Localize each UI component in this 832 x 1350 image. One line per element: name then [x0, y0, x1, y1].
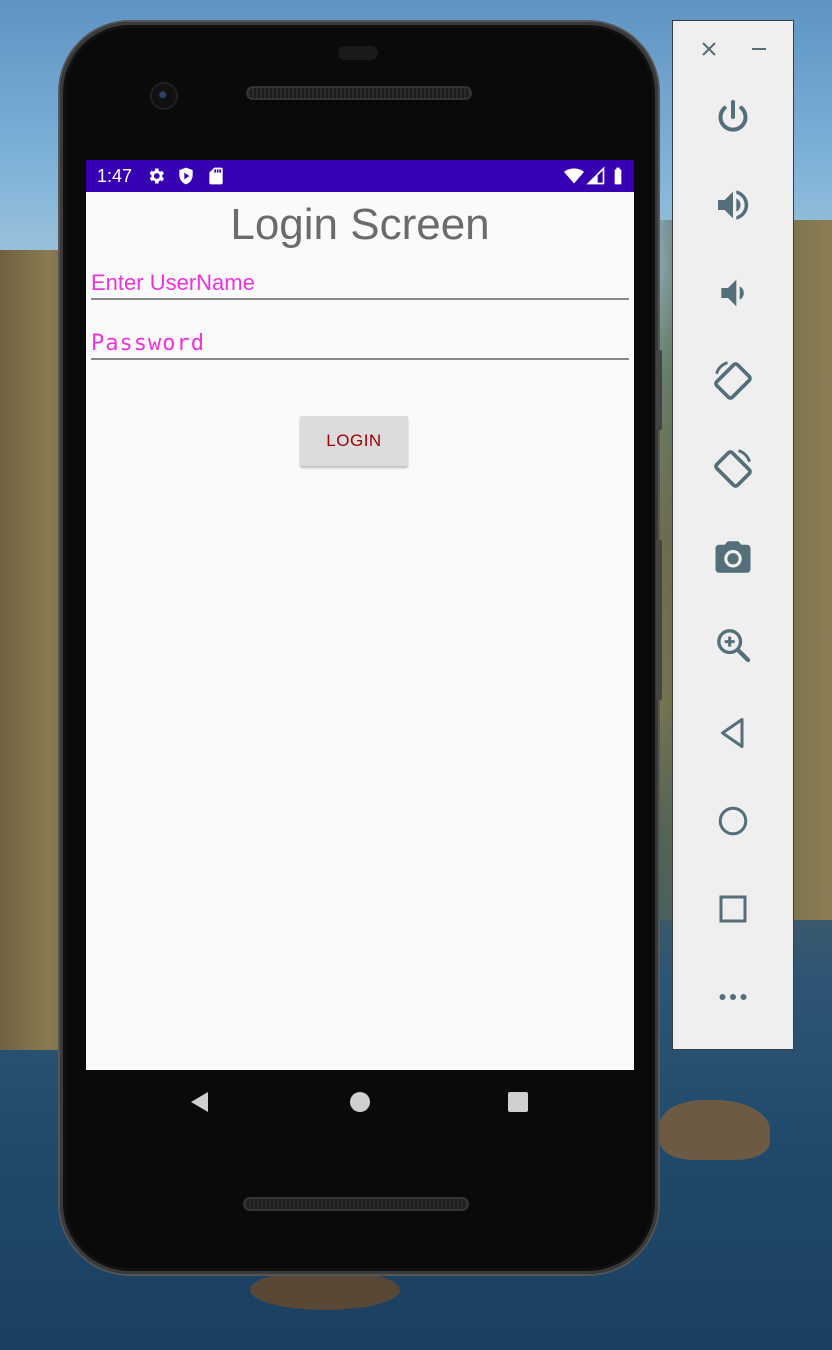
overview-square-icon[interactable]: [506, 1090, 530, 1114]
minimize-icon[interactable]: [747, 37, 771, 61]
screenshot-button[interactable]: [709, 533, 757, 581]
volume-down-icon: [721, 279, 744, 307]
background-rock: [660, 1100, 770, 1160]
back-button[interactable]: [709, 709, 757, 757]
wifi-icon: [564, 168, 584, 184]
close-icon[interactable]: [697, 37, 721, 61]
shield-play-icon: [179, 167, 193, 185]
password-input[interactable]: [91, 328, 629, 360]
camera-icon: [715, 541, 751, 573]
background-rock: [250, 1270, 400, 1310]
rotate-right-button[interactable]: [709, 445, 757, 493]
rotate-left-button[interactable]: [709, 357, 757, 405]
sd-card-icon: [209, 167, 223, 185]
front-camera-icon: [152, 84, 176, 108]
zoom-icon: [717, 629, 751, 663]
volume-down-button[interactable]: [709, 269, 757, 317]
back-triangle-icon[interactable]: [188, 1090, 212, 1114]
rotate-left-icon: [714, 361, 752, 400]
phone-side-button: [656, 350, 662, 430]
proximity-sensor: [338, 46, 378, 60]
back-icon: [721, 718, 744, 748]
power-button[interactable]: [709, 93, 757, 141]
home-icon: [718, 806, 748, 836]
volume-up-icon: [718, 190, 749, 220]
login-button[interactable]: LOGIN: [300, 416, 408, 466]
page-title: Login Screen: [230, 200, 490, 249]
more-button[interactable]: [709, 973, 757, 1021]
emulator-toolbar: [672, 20, 794, 1050]
overview-button[interactable]: [709, 885, 757, 933]
home-circle-icon[interactable]: [348, 1090, 372, 1114]
bottom-speaker: [243, 1197, 469, 1211]
settings-icon: [149, 168, 164, 184]
phone-side-button: [656, 540, 662, 700]
more-icon: [719, 994, 747, 1000]
power-icon: [718, 100, 748, 132]
volume-up-button[interactable]: [709, 181, 757, 229]
home-button[interactable]: [709, 797, 757, 845]
overview-icon: [719, 895, 747, 923]
device-screen: 1:47 Login Screen LOGIN: [86, 160, 634, 1070]
battery-icon: [614, 167, 622, 185]
signal-icon: [586, 166, 605, 185]
rotate-right-icon: [714, 449, 752, 488]
username-input[interactable]: [91, 268, 629, 300]
earpiece-speaker: [246, 86, 472, 100]
zoom-button[interactable]: [709, 621, 757, 669]
status-time: 1:47: [97, 166, 133, 186]
status-bar: 1:47: [86, 160, 634, 192]
